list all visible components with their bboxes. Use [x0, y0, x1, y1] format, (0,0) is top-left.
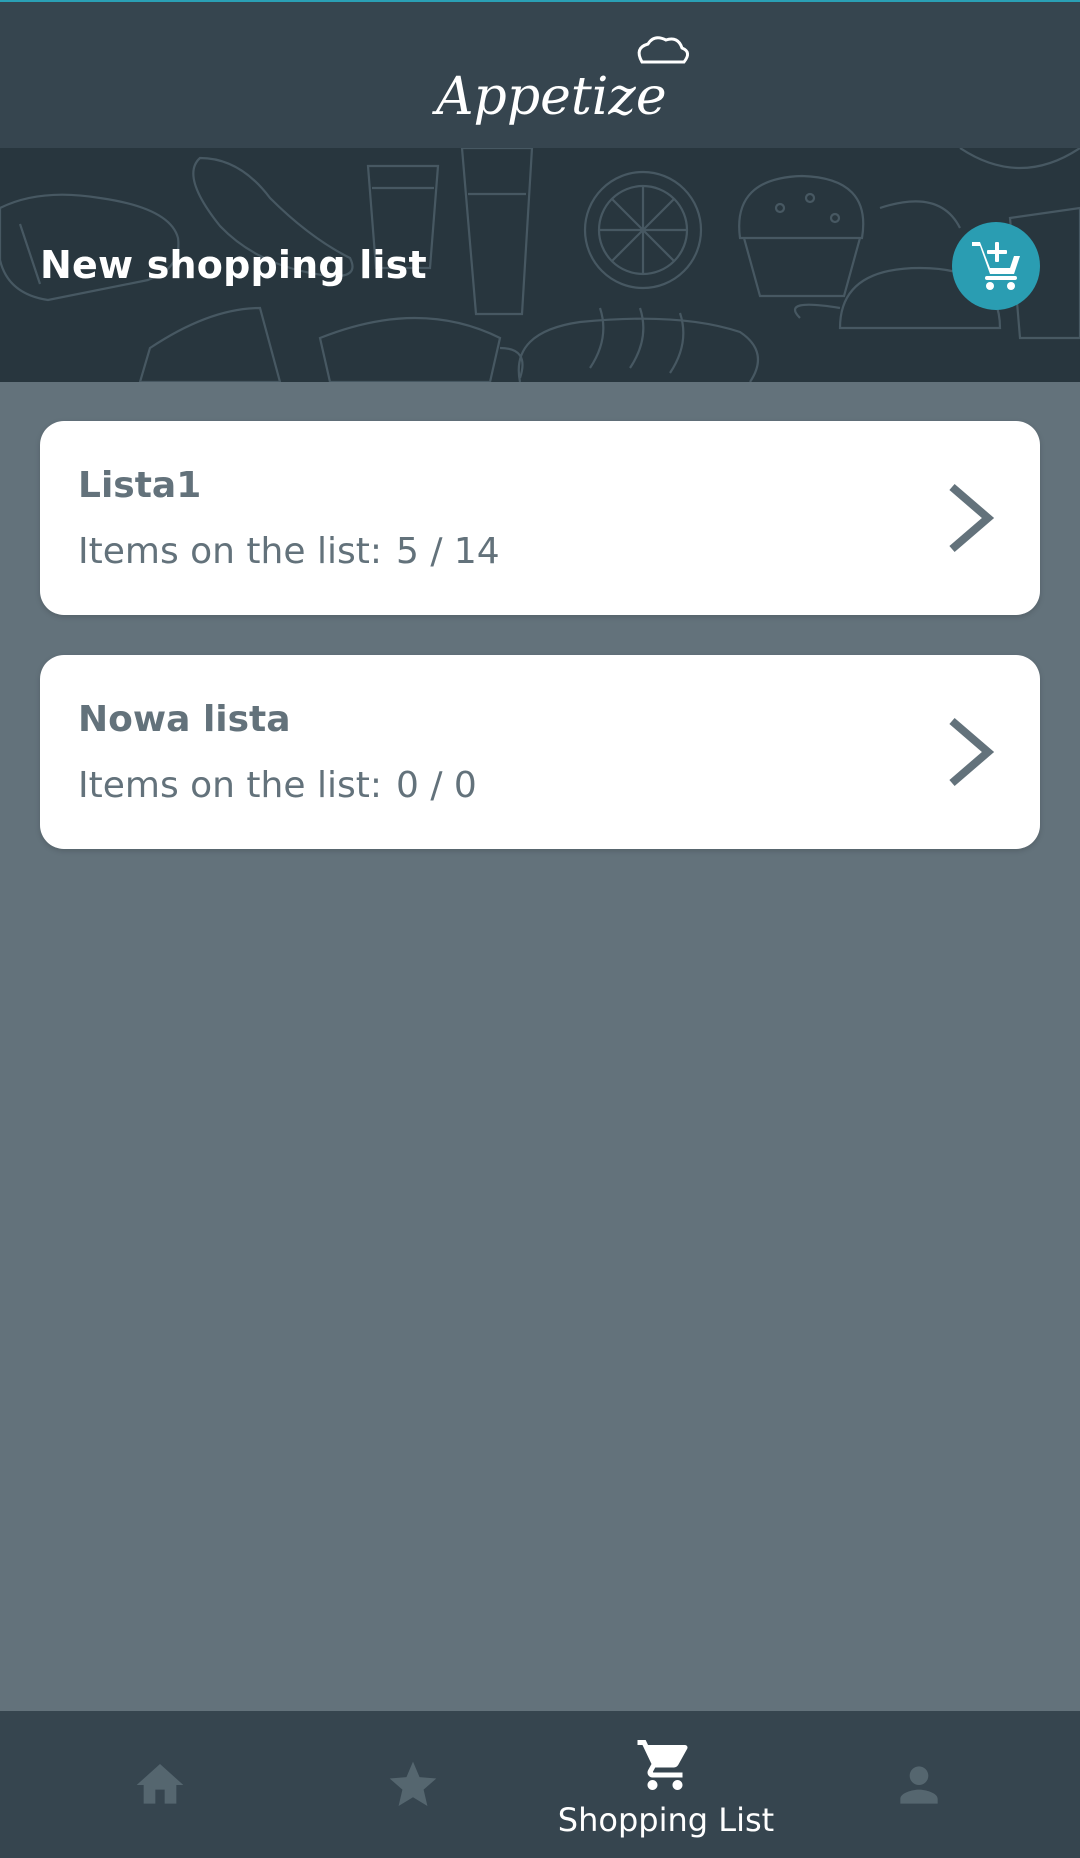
nav-label-shopping-list: Shopping List [557, 1801, 775, 1839]
user-icon [900, 1766, 938, 1804]
nav-favorites[interactable] [278, 1711, 548, 1858]
list-name: Nowa lista [78, 699, 291, 740]
add-list-button[interactable] [952, 222, 1040, 310]
chevron-right-icon [949, 717, 995, 787]
cart-icon [637, 1740, 688, 1790]
nav-home[interactable] [25, 1711, 295, 1858]
items-count: 0 / 0 [395, 765, 477, 806]
items-label: Items on the list: [78, 765, 382, 806]
items-count: 5 / 14 [395, 531, 500, 572]
list-items-summary: Items on the list: 0 / 0 [78, 765, 477, 806]
add-cart-icon [972, 242, 1020, 290]
items-label: Items on the list: [78, 531, 382, 572]
list-name: Lista1 [78, 465, 202, 506]
list-items-summary: Items on the list: 5 / 14 [78, 531, 500, 572]
shopping-list-card[interactable]: Nowa lista Items on the list: 0 / 0 [40, 655, 1040, 849]
nav-profile[interactable] [784, 1711, 1054, 1858]
home-icon [136, 1764, 184, 1804]
star-icon [389, 1761, 437, 1806]
app-header: Appetize [0, 0, 1080, 148]
chevron-right-icon [949, 483, 995, 553]
bottom-navigation: Shopping List [0, 1711, 1080, 1858]
nav-shopping-list[interactable]: Shopping List [531, 1711, 801, 1858]
shopping-list-card[interactable]: Lista1 Items on the list: 5 / 14 [40, 421, 1040, 615]
svg-text:Appetize: Appetize [432, 67, 667, 127]
new-list-banner: New shopping list [0, 148, 1080, 382]
app-logo: Appetize [432, 36, 689, 127]
new-list-title: New shopping list [40, 243, 427, 287]
